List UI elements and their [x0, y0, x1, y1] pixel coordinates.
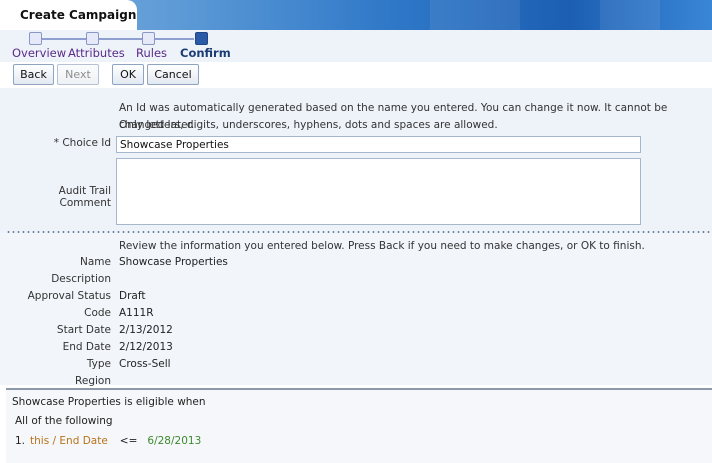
- train-label-attributes[interactable]: Attributes: [68, 46, 125, 60]
- eligibility-title: Showcase Properties is eligible when: [12, 396, 206, 408]
- review-value-name: Showcase Properties: [119, 256, 228, 268]
- next-button[interactable]: Next: [57, 64, 99, 85]
- review-value-start-date: 2/13/2012: [119, 324, 173, 336]
- back-button[interactable]: Back: [13, 64, 54, 85]
- review-value-code: A111R: [119, 307, 154, 319]
- review-label-approval-status: Approval Status: [27, 290, 111, 302]
- rule-operator: <=: [119, 435, 138, 447]
- train-connector: [41, 38, 194, 40]
- review-value-end-date: 2/12/2013: [119, 341, 173, 353]
- train-stop-confirm[interactable]: [195, 32, 208, 45]
- eligibility-rule: 1. this / End Date <= 6/28/2013: [15, 435, 201, 447]
- review-instructions: Review the information you entered below…: [119, 240, 645, 252]
- train-label-rules[interactable]: Rules: [136, 46, 167, 60]
- header-band: [430, 0, 520, 30]
- review-label-start-date: Start Date: [56, 324, 111, 336]
- train-stop-rules[interactable]: [142, 32, 155, 45]
- header-band: [600, 0, 660, 30]
- review-label-end-date: End Date: [62, 341, 111, 353]
- rule-value: 6/28/2013: [147, 435, 202, 447]
- choice-id-label: * Choice Id: [53, 137, 111, 149]
- train-label-overview[interactable]: Overview: [12, 46, 66, 60]
- review-label-region: Region: [75, 375, 111, 387]
- eligibility-group-label: All of the following: [15, 415, 113, 427]
- rule-attribute: this / End Date: [30, 435, 108, 447]
- id-info-line2: Only letters, digits, underscores, hyphe…: [119, 119, 498, 131]
- review-label-code: Code: [84, 307, 111, 319]
- ok-button[interactable]: OK: [112, 64, 144, 85]
- cancel-button[interactable]: Cancel: [147, 64, 199, 85]
- review-label-name: Name: [80, 256, 111, 268]
- audit-trail-label: Audit Trail Comment: [58, 185, 111, 209]
- rule-number: 1.: [15, 435, 26, 447]
- audit-trail-input[interactable]: [116, 158, 641, 225]
- train-stop-attributes[interactable]: [86, 32, 99, 45]
- tab-title: Create Campaign: [20, 8, 137, 22]
- choice-id-input[interactable]: [116, 136, 641, 153]
- review-label-type: Type: [86, 358, 111, 370]
- train-label-confirm: Confirm: [180, 46, 231, 60]
- review-label-description: Description: [51, 273, 111, 285]
- review-value-type: Cross-Sell: [119, 358, 171, 370]
- tab-create-campaign[interactable]: Create Campaign: [0, 0, 137, 31]
- review-value-approval-status: Draft: [119, 290, 146, 302]
- train-stop-overview[interactable]: [29, 32, 42, 45]
